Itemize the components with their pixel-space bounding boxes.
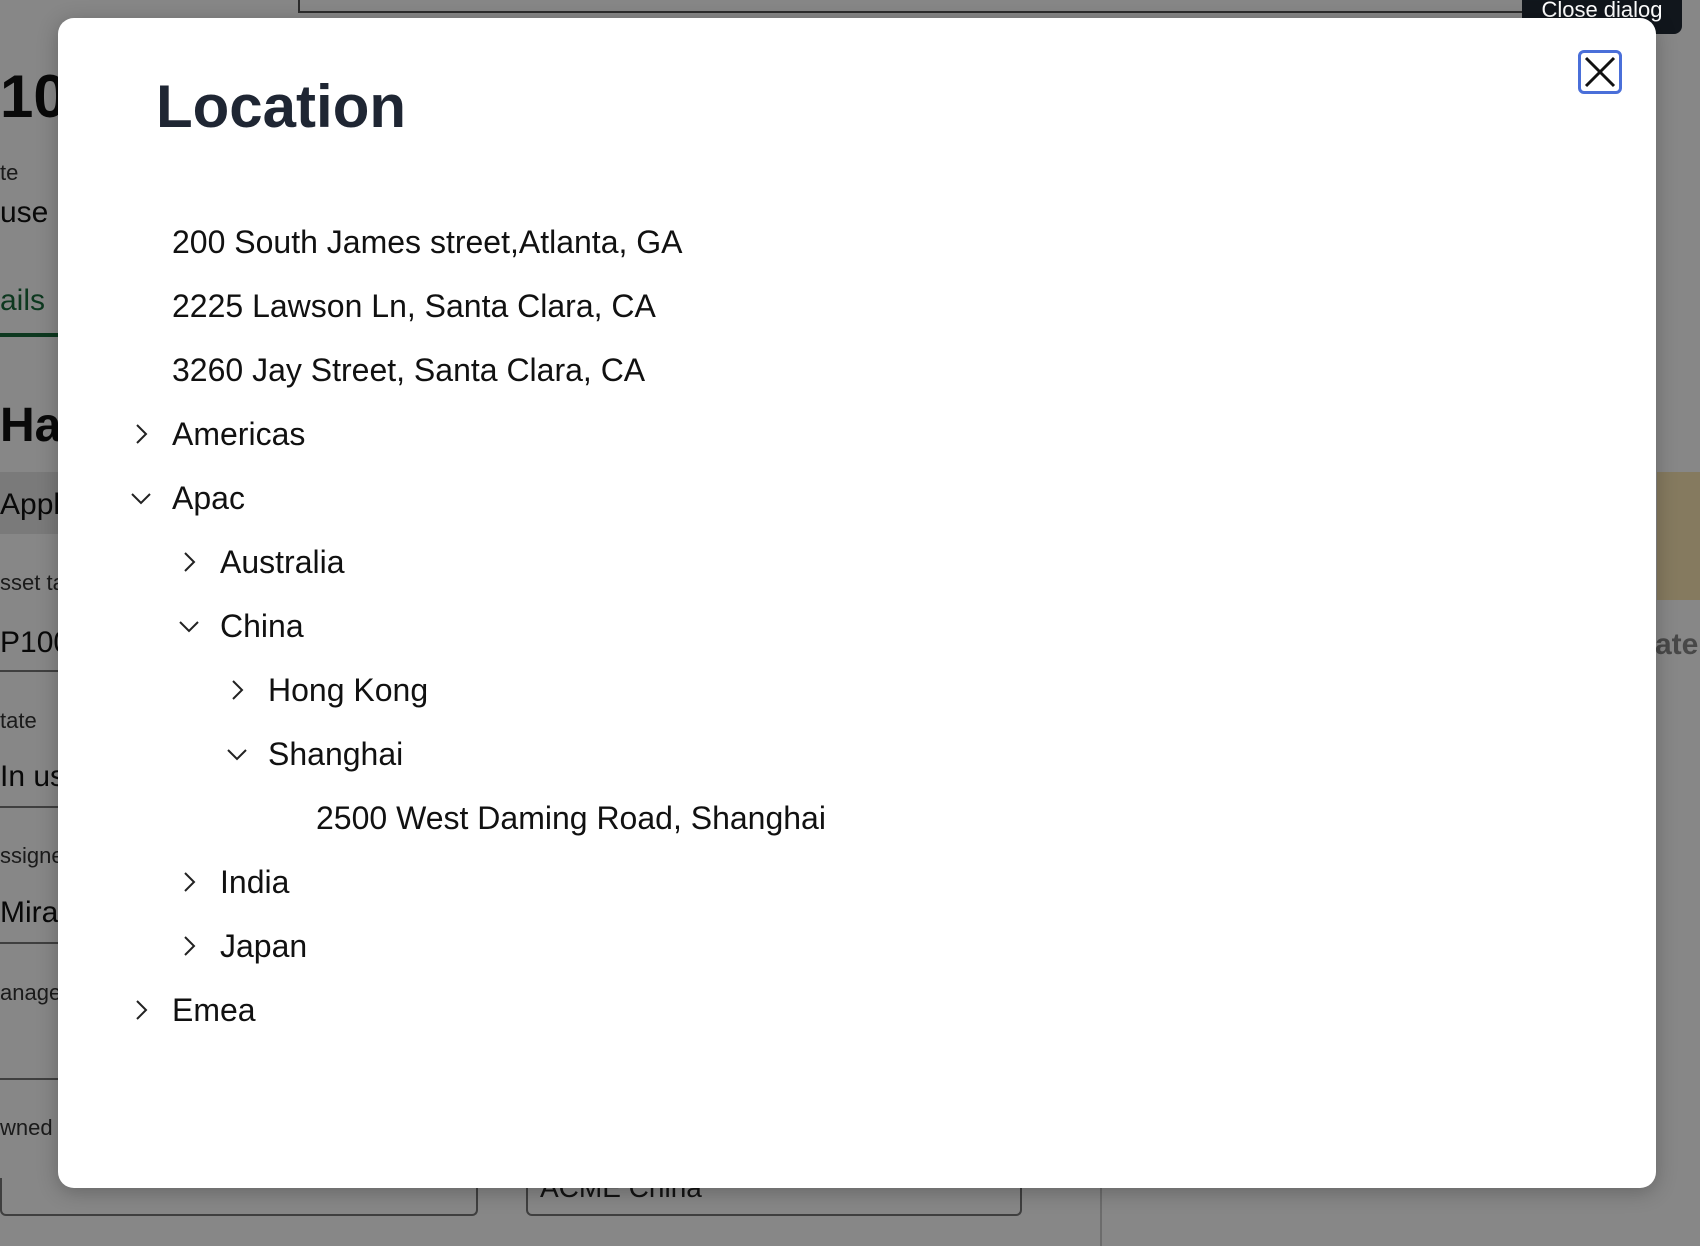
tree-item-label: China — [220, 607, 304, 644]
tree-item-label: Hong Kong — [268, 671, 429, 708]
tree-item-label: Australia — [220, 543, 345, 580]
close-icon — [1583, 55, 1617, 89]
chevron-right-icon[interactable] — [172, 929, 206, 963]
tree-item-label: India — [220, 863, 290, 900]
tree-item[interactable]: Americas — [124, 402, 305, 466]
tree-item-label: Apac — [172, 479, 245, 516]
close-dialog-button[interactable] — [1578, 50, 1622, 94]
location-dialog: Location 200 South James street,Atlanta,… — [58, 18, 1656, 1188]
chevron-right-icon[interactable] — [124, 993, 158, 1027]
tree-item-label: Shanghai — [268, 735, 404, 772]
tree-item[interactable]: Australia — [172, 530, 345, 594]
tree-item[interactable]: Japan — [172, 914, 307, 978]
tree-item[interactable]: 2225 Lawson Ln, Santa Clara, CA — [172, 274, 656, 338]
tree-item-label: Japan — [220, 927, 308, 964]
tree-item-label: 3260 Jay Street, Santa Clara, CA — [172, 351, 646, 388]
tree-item[interactable]: 200 South James street,Atlanta, GA — [172, 210, 683, 274]
tree-item[interactable]: Emea — [124, 978, 256, 1042]
tree-item-label: Americas — [172, 415, 306, 452]
chevron-right-icon[interactable] — [172, 865, 206, 899]
tree-item-label: 2225 Lawson Ln, Santa Clara, CA — [172, 287, 656, 324]
tree-item[interactable]: 3260 Jay Street, Santa Clara, CA — [172, 338, 645, 402]
chevron-down-icon[interactable] — [172, 609, 206, 643]
tree-item[interactable]: India — [172, 850, 289, 914]
chevron-down-icon[interactable] — [220, 737, 254, 771]
chevron-down-icon[interactable] — [124, 481, 158, 515]
tree-item[interactable]: Apac — [124, 466, 245, 530]
dialog-title: Location — [156, 73, 406, 140]
tree-item[interactable]: 2500 West Daming Road, Shanghai — [316, 786, 826, 850]
chevron-right-icon[interactable] — [172, 545, 206, 579]
chevron-right-icon[interactable] — [124, 417, 158, 451]
tree-item-label: 200 South James street,Atlanta, GA — [172, 223, 683, 260]
tree-item[interactable]: Shanghai — [220, 722, 403, 786]
tree-item-label: 2500 West Daming Road, Shanghai — [316, 799, 826, 836]
tree-item[interactable]: Hong Kong — [220, 658, 428, 722]
tree-item-label: Emea — [172, 991, 256, 1028]
chevron-right-icon[interactable] — [220, 673, 254, 707]
tree-item[interactable]: China — [172, 594, 304, 658]
